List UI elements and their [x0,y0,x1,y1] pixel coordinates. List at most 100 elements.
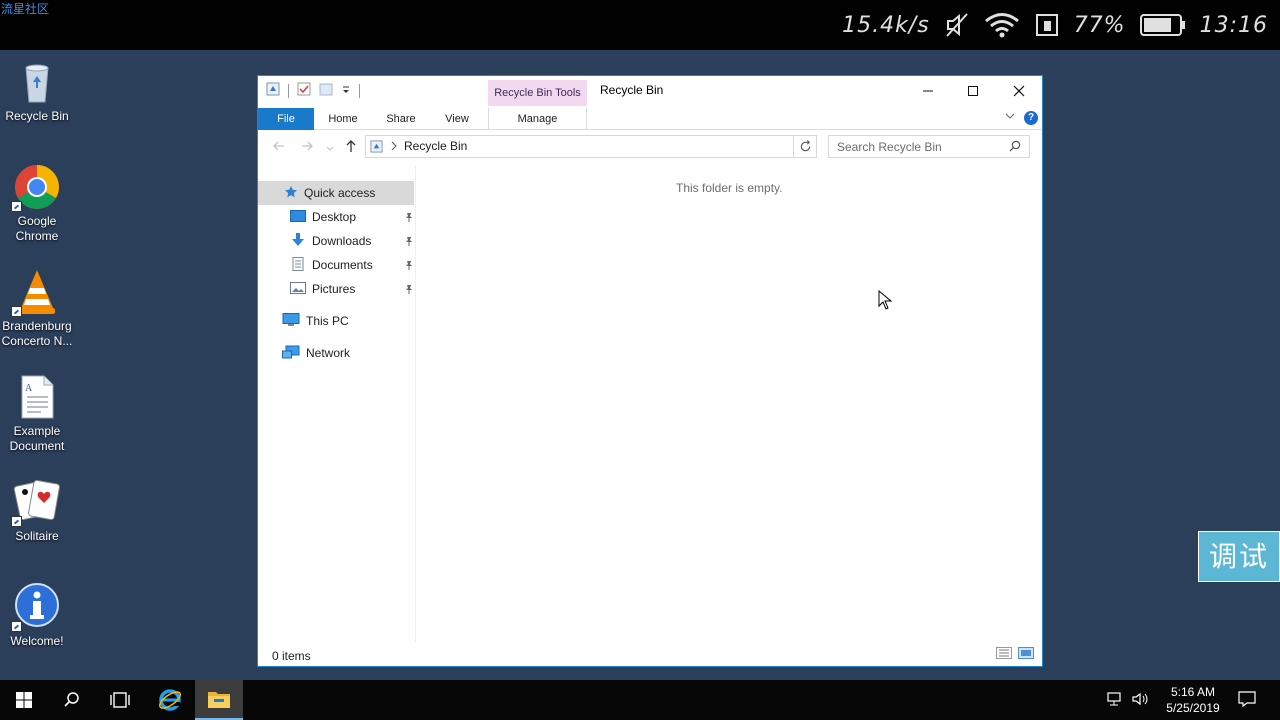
search-input[interactable] [828,135,1030,158]
desktop-icon-welcome[interactable]: Welcome! [0,583,74,649]
notifications-icon[interactable] [1238,690,1256,710]
network-speed: 15.4k/s [842,12,930,38]
internet-explorer-icon [159,689,181,711]
help-icon[interactable]: ? [1024,111,1038,125]
task-view-icon [110,692,130,708]
desktop-icon-vlc-media[interactable]: Brandenburg Concerto N... [0,268,74,349]
tab-share[interactable]: Share [378,108,424,130]
clock-date: 5/25/2019 [1166,701,1220,715]
windows-logo-icon [16,692,32,708]
search-icon [64,692,79,707]
svg-text:A: A [25,383,33,394]
properties-icon[interactable] [297,82,311,99]
nav-item-pictures[interactable]: Pictures [290,277,414,301]
solitaire-icon [11,478,61,527]
nav-label: Downloads [312,234,372,248]
vlc-icon [11,268,61,317]
shortcut-arrow-icon [11,621,22,632]
desktop-icon-label: Solitaire [15,529,59,543]
breadcrumb[interactable]: Recycle Bin [404,139,467,153]
expand-ribbon-icon[interactable] [1004,110,1016,125]
pictures-icon [290,281,306,298]
taskbar-internet-explorer[interactable] [146,680,194,720]
up-arrow-icon[interactable] [344,139,358,156]
debug-floating-button[interactable]: 调试 [1198,531,1280,582]
nav-item-this-pc[interactable]: This PC [282,309,414,333]
task-view-button[interactable] [96,680,144,720]
system-tray: 5:16 AM 5/25/2019 [1106,680,1280,720]
tab-view[interactable]: View [434,108,480,130]
desktop-icon-google-chrome[interactable]: Google Chrome [0,163,74,244]
back-arrow-icon[interactable] [272,139,286,156]
nav-item-network[interactable]: Network [282,341,414,365]
forward-arrow-icon[interactable] [300,139,314,156]
pin-icon[interactable] [404,211,414,225]
search-icon[interactable] [1009,140,1021,155]
nav-label: Pictures [312,282,356,296]
explorer-window: Recycle Bin Tools Recycle Bin File Home … [257,75,1043,667]
nav-label: This PC [306,314,349,328]
nav-item-quick-access[interactable]: Quick access [258,181,414,205]
sim-icon [1034,12,1060,38]
nav-item-desktop[interactable]: Desktop [290,205,414,229]
recycle-bin-small-icon [266,82,280,99]
tab-file[interactable]: File [258,108,314,130]
document-icon: A [13,373,61,421]
refresh-icon [800,140,810,152]
ribbon-tabs: File Home Share View Manage ? [258,106,1042,130]
volume-icon[interactable] [1132,691,1150,710]
chrome-icon [11,163,61,212]
desktop-icon-example-document[interactable]: A Example Document [0,373,74,454]
recycle-bin-small-icon [370,140,383,156]
clock-time: 5:16 AM [1170,685,1216,699]
close-button[interactable] [996,76,1042,106]
desktop-icon-label: Welcome! [10,634,64,648]
customize-toolbar-icon[interactable] [341,84,351,98]
navigation-bar: Recycle Bin [258,132,1042,162]
downloads-icon [290,232,306,250]
nav-item-downloads[interactable]: Downloads [290,229,414,253]
desktop-icon-label: Brandenburg Concerto N... [1,319,73,348]
search-button[interactable] [48,680,96,720]
tab-home[interactable]: Home [320,108,366,130]
mouse-cursor-icon [878,289,893,313]
pin-icon[interactable] [404,283,414,297]
item-count: 0 items [272,649,311,663]
taskbar: 5:16 AM 5/25/2019 [0,680,1280,720]
pin-icon[interactable] [404,235,414,249]
maximize-button[interactable] [950,76,996,106]
address-bar[interactable]: Recycle Bin [365,135,899,158]
breadcrumb-chevron-icon[interactable] [390,140,398,154]
view-toggle [996,647,1034,662]
recent-locations-icon[interactable] [326,141,334,156]
recycle-bin-icon [13,58,61,106]
nav-label: Desktop [312,210,357,224]
phone-clock: 13:16 [1199,12,1268,38]
pin-icon[interactable] [404,259,414,273]
network-icon [282,345,300,362]
taskbar-clock[interactable]: 5:16 AM 5/25/2019 [1160,684,1226,716]
network-tray-icon[interactable] [1106,691,1124,710]
quick-access-toolbar [266,82,360,99]
minimize-button[interactable] [905,76,951,106]
desktop-icon-solitaire[interactable]: Solitaire [0,478,74,544]
desktop-icon-label: Example Document [9,424,65,453]
details-view-icon[interactable] [996,647,1012,662]
new-folder-icon[interactable] [319,82,333,99]
info-icon [11,583,61,632]
phone-status-bar: 流星社区 15.4k/s 77% 13:16 [0,0,1280,50]
tab-manage[interactable]: Manage [488,108,587,130]
desktop-icon-recycle-bin[interactable]: Recycle Bin [0,58,74,124]
refresh-button[interactable] [794,135,817,158]
nav-item-documents[interactable]: Documents [290,253,414,277]
empty-folder-message: This folder is empty. [676,181,783,195]
star-icon [284,185,298,202]
title-bar: Recycle Bin Tools Recycle Bin [258,76,1042,106]
nav-label: Quick access [304,186,376,200]
navigation-pane: Quick access Desktop Downloads Documents… [258,166,416,642]
large-icons-view-icon[interactable] [1018,647,1034,662]
mute-icon [944,12,970,38]
taskbar-file-explorer[interactable] [195,680,243,720]
shortcut-arrow-icon [11,516,22,527]
start-button[interactable] [0,680,48,720]
